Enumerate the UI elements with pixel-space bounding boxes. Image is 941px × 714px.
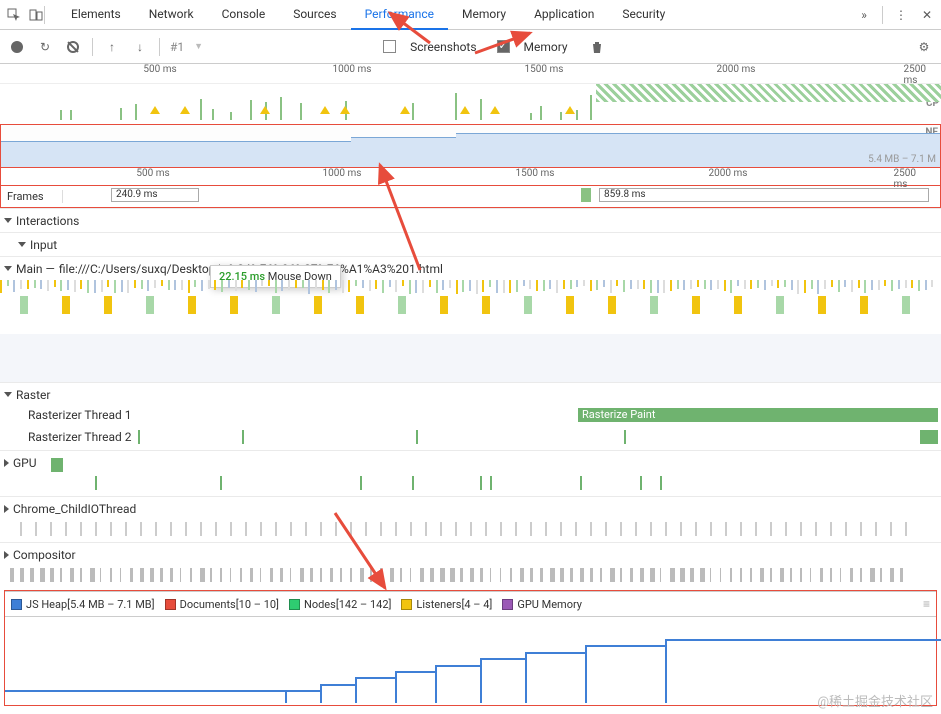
clear-icon[interactable] bbox=[64, 41, 82, 53]
tab-network[interactable]: Network bbox=[135, 0, 208, 30]
tick: 2000 ms bbox=[717, 64, 756, 75]
rasterize-paint-task[interactable]: Rasterize Paint bbox=[578, 408, 938, 422]
raster-lane[interactable]: Raster bbox=[0, 382, 941, 406]
tab-performance[interactable]: Performance bbox=[351, 0, 448, 30]
input-lane[interactable]: Input bbox=[0, 232, 941, 256]
chrome-io-lane[interactable]: Chrome_ChildIOThread bbox=[0, 496, 941, 520]
heap-range-text: 5.4 MB – 7.1 M bbox=[868, 154, 936, 165]
memory-legend: JS Heap[5.4 MB – 7.1 MB] Documents[10 – … bbox=[5, 591, 936, 617]
interactions-lane[interactable]: Interactions bbox=[0, 208, 941, 232]
cpu-hatch bbox=[596, 84, 941, 102]
watermark: @稀土掘金技术社区 bbox=[817, 691, 933, 710]
main-flamegraph[interactable] bbox=[0, 280, 941, 334]
tab-elements[interactable]: Elements bbox=[57, 0, 135, 30]
tick: 1000 ms bbox=[333, 64, 372, 75]
tab-security[interactable]: Security bbox=[608, 0, 679, 30]
performance-toolbar: ↻ ↑ ↓ #1 ▼ Screenshots Memory ⚙ bbox=[0, 30, 941, 64]
overview-ruler[interactable]: 500 ms 1000 ms 1500 ms 2000 ms 2500 ms bbox=[0, 64, 941, 84]
chevron-down-icon[interactable] bbox=[4, 266, 12, 271]
chrome-io-body[interactable] bbox=[0, 520, 941, 542]
legend-documents[interactable]: Documents[10 – 10] bbox=[165, 598, 279, 611]
main-lane[interactable]: Main — file:///C:/Users/suxq/Desktop/…%8… bbox=[0, 256, 941, 280]
gpu-body[interactable] bbox=[0, 474, 941, 496]
devtools-tab-bar: Elements Network Console Sources Perform… bbox=[0, 0, 941, 30]
legend-nodes[interactable]: Nodes[142 – 142] bbox=[289, 598, 391, 611]
chevron-right-icon[interactable] bbox=[4, 551, 9, 559]
tab-console[interactable]: Console bbox=[208, 0, 280, 30]
chevron-down-icon[interactable] bbox=[18, 242, 26, 247]
frames-label: Frames bbox=[1, 190, 63, 203]
menu-icon[interactable]: ⋮ bbox=[893, 7, 909, 23]
frame-2[interactable]: 859.8 ms bbox=[599, 188, 929, 202]
memory-chart[interactable] bbox=[5, 617, 936, 703]
main-spacer bbox=[0, 334, 941, 382]
compositor-lane[interactable]: Compositor bbox=[0, 542, 941, 566]
raster-thread2[interactable]: Rasterizer Thread 2 bbox=[0, 428, 941, 450]
garbage-collect-icon[interactable] bbox=[588, 40, 606, 54]
tick: 2500 ms bbox=[904, 64, 929, 86]
memory-label: Memory bbox=[524, 40, 568, 54]
legend-menu-icon[interactable]: ≡ bbox=[923, 597, 930, 611]
heap-overview[interactable]: NE HEA 5.4 MB – 7.1 M bbox=[0, 124, 941, 168]
settings-icon[interactable]: ⚙ bbox=[915, 40, 933, 54]
legend-jsheap[interactable]: JS Heap[5.4 MB – 7.1 MB] bbox=[11, 598, 155, 611]
close-devtools-icon[interactable]: ✕ bbox=[919, 7, 935, 23]
save-profile-icon[interactable]: ↓ bbox=[131, 40, 149, 54]
screenshots-label: Screenshots bbox=[410, 40, 476, 54]
overview-lanes[interactable]: FP CP bbox=[0, 84, 941, 124]
recording-name[interactable]: #1 bbox=[170, 40, 184, 54]
load-profile-icon[interactable]: ↑ bbox=[103, 40, 121, 54]
inspect-icon[interactable] bbox=[6, 7, 22, 23]
tab-list: Elements Network Console Sources Perform… bbox=[57, 0, 679, 30]
memory-checkbox[interactable] bbox=[497, 40, 510, 53]
chevron-down-icon[interactable] bbox=[4, 218, 12, 223]
tab-application[interactable]: Application bbox=[520, 0, 608, 30]
record-icon[interactable] bbox=[8, 41, 26, 53]
screenshots-checkbox[interactable] bbox=[383, 40, 396, 53]
chevron-down-icon[interactable] bbox=[4, 392, 12, 397]
legend-gpumem[interactable]: GPU Memory bbox=[502, 598, 582, 611]
gpu-lane[interactable]: GPU bbox=[0, 450, 941, 474]
compositor-body[interactable] bbox=[0, 566, 941, 588]
overflow-tabs-icon[interactable]: » bbox=[856, 7, 872, 23]
tab-memory[interactable]: Memory bbox=[448, 0, 520, 30]
legend-listeners[interactable]: Listeners[4 – 4] bbox=[401, 598, 492, 611]
chevron-right-icon[interactable] bbox=[4, 505, 9, 513]
memory-section: JS Heap[5.4 MB – 7.1 MB] Documents[10 – … bbox=[4, 590, 937, 706]
tick: 1500 ms bbox=[525, 64, 564, 75]
frame-1[interactable]: 240.9 ms bbox=[111, 188, 199, 202]
tick: 500 ms bbox=[143, 64, 176, 75]
device-mode-icon[interactable] bbox=[28, 7, 44, 23]
chevron-right-icon[interactable] bbox=[4, 459, 9, 467]
frames-lane[interactable]: Frames 240.9 ms 859.8 ms bbox=[0, 186, 941, 208]
raster-thread1[interactable]: Rasterizer Thread 1 Rasterize Paint bbox=[0, 406, 941, 428]
tab-sources[interactable]: Sources bbox=[279, 0, 350, 30]
detail-ruler[interactable]: 500 ms 1000 ms 1500 ms 2000 ms 2500 ms bbox=[0, 168, 941, 186]
recording-dropdown-icon[interactable]: ▼ bbox=[194, 41, 203, 52]
reload-record-icon[interactable]: ↻ bbox=[36, 40, 54, 54]
